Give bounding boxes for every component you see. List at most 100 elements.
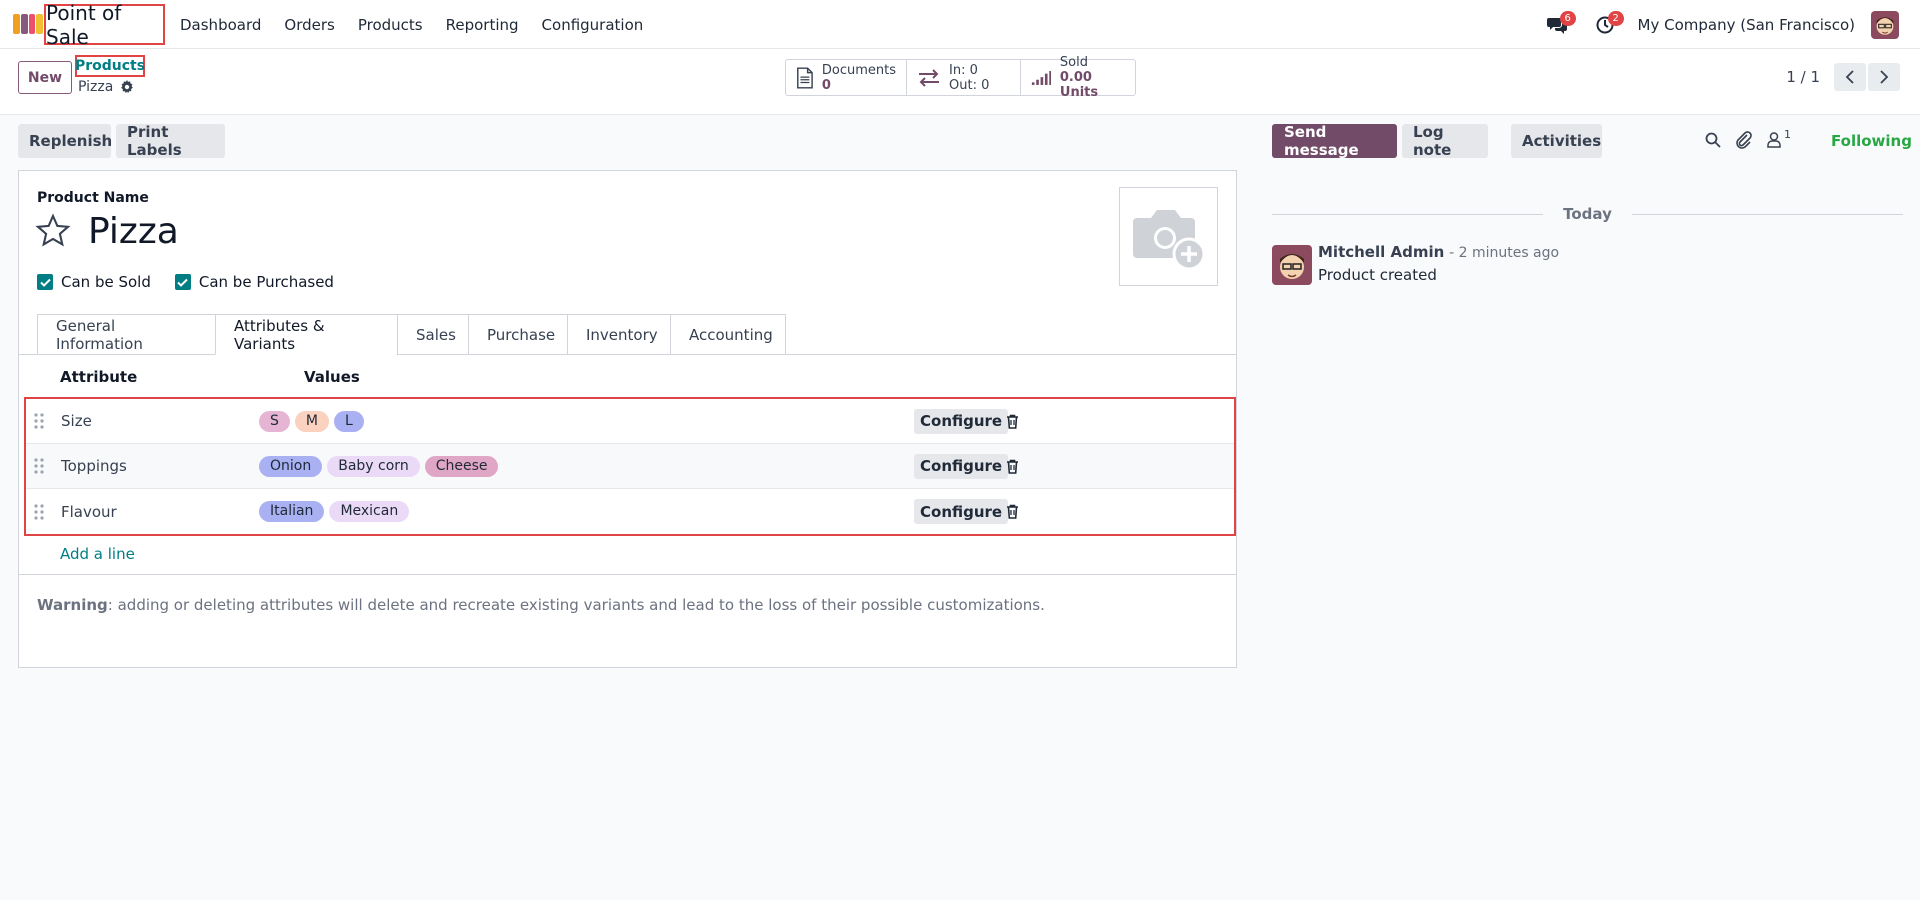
tab-general-information[interactable]: General Information bbox=[37, 314, 216, 355]
tab-sales[interactable]: Sales bbox=[397, 314, 469, 355]
trash-icon[interactable] bbox=[1006, 459, 1019, 474]
paperclip-icon[interactable] bbox=[1735, 131, 1753, 149]
table-footer-divider bbox=[19, 574, 1236, 575]
messages-button[interactable]: 6 bbox=[1542, 10, 1576, 40]
signal-chart-icon bbox=[1031, 70, 1052, 85]
avatar-icon bbox=[1871, 10, 1899, 39]
favorite-star-icon[interactable] bbox=[35, 213, 71, 253]
value-tag: L bbox=[333, 410, 364, 432]
replenish-button[interactable]: Replenish bbox=[18, 124, 112, 158]
top-navbar: Point of Sale Dashboard Orders Products … bbox=[0, 0, 1920, 49]
in-out-smart-button[interactable]: In: 0 Out: 0 bbox=[907, 60, 1021, 95]
value-tag: Onion bbox=[259, 455, 323, 477]
logo-bar bbox=[20, 14, 28, 34]
in-out-text: In: 0 Out: 0 bbox=[949, 63, 989, 93]
can-be-sold-label[interactable]: Can be Sold bbox=[61, 273, 151, 291]
attribute-values[interactable]: Onion Baby corn Cheese bbox=[259, 455, 499, 477]
chatter-toolbar: 1 bbox=[1705, 128, 1791, 149]
gear-icon[interactable] bbox=[120, 80, 134, 94]
configure-button[interactable]: Configure bbox=[914, 408, 1009, 434]
menu-item-dashboard[interactable]: Dashboard bbox=[180, 16, 261, 34]
print-labels-button[interactable]: Print Labels bbox=[116, 123, 225, 159]
checkmark-icon bbox=[177, 278, 189, 287]
message-header: Mitchell Admin - 2 minutes ago bbox=[1318, 243, 1559, 261]
tab-inventory[interactable]: Inventory bbox=[567, 314, 671, 355]
camera-add-icon bbox=[1132, 209, 1205, 270]
new-button[interactable]: New bbox=[18, 61, 72, 94]
smart-buttons: Documents 0 In: 0 Out: 0 Sold 0.00 Units bbox=[785, 55, 1136, 100]
table-row[interactable]: Toppings Onion Baby corn Cheese Configur… bbox=[26, 444, 1234, 489]
attribute-values[interactable]: Italian Mexican bbox=[259, 501, 410, 522]
logo-bar bbox=[36, 14, 43, 34]
form-tabs: General Information Attributes & Variant… bbox=[37, 314, 786, 355]
activities-button-chatter[interactable]: Activities bbox=[1511, 124, 1602, 158]
attribute-name[interactable]: Flavour bbox=[61, 503, 117, 521]
tab-attributes-variants[interactable]: Attributes & Variants bbox=[215, 314, 398, 355]
sold-smart-button[interactable]: Sold 0.00 Units bbox=[1021, 55, 1135, 100]
menu-item-configuration[interactable]: Configuration bbox=[542, 16, 644, 34]
activities-badge: 2 bbox=[1607, 10, 1624, 26]
control-panel: New Products Pizza Documents 0 In: 0 Out… bbox=[0, 49, 1920, 115]
out-line: Out: 0 bbox=[949, 78, 989, 93]
configure-button[interactable]: Configure bbox=[914, 453, 1009, 479]
table-row[interactable]: Flavour Italian Mexican Configure bbox=[26, 489, 1234, 534]
user-avatar[interactable] bbox=[1871, 10, 1899, 39]
column-header-values[interactable]: Values bbox=[304, 368, 360, 386]
value-tag: M bbox=[294, 410, 329, 432]
pager-next-button[interactable] bbox=[1868, 63, 1900, 91]
can-be-sold-checkbox[interactable] bbox=[37, 274, 53, 290]
variants-warning: Warning: adding or deleting attributes w… bbox=[37, 596, 1045, 614]
table-row[interactable]: Size S M L Configure bbox=[26, 399, 1234, 444]
drag-handle-icon[interactable] bbox=[34, 503, 44, 520]
attribute-name[interactable]: Toppings bbox=[61, 457, 127, 475]
documents-smart-button[interactable]: Documents 0 bbox=[786, 60, 907, 95]
user-icon bbox=[1767, 132, 1781, 148]
logo-bar bbox=[13, 14, 20, 34]
avatar-icon bbox=[1272, 245, 1312, 285]
in-label: In: bbox=[949, 62, 966, 78]
warning-text: : adding or deleting attributes will del… bbox=[107, 596, 1045, 614]
breadcrumb-current-label: Pizza bbox=[78, 79, 114, 95]
product-name-input[interactable]: Pizza bbox=[88, 211, 179, 252]
pager-value[interactable]: 1 / 1 bbox=[1786, 68, 1820, 86]
messages-badge: 6 bbox=[1559, 10, 1576, 26]
message-author[interactable]: Mitchell Admin bbox=[1318, 243, 1444, 261]
column-header-attribute[interactable]: Attribute bbox=[60, 368, 137, 386]
menu-item-reporting[interactable]: Reporting bbox=[446, 16, 519, 34]
company-switcher[interactable]: My Company (San Francisco) bbox=[1638, 16, 1855, 34]
value-tag: Italian bbox=[259, 501, 325, 522]
can-be-purchased-checkbox[interactable] bbox=[174, 274, 191, 290]
drag-handle-icon[interactable] bbox=[34, 413, 44, 429]
navbar-right: 6 2 My Company (San Francisco) bbox=[1542, 0, 1920, 49]
trash-icon[interactable] bbox=[1006, 504, 1019, 519]
activities-button[interactable]: 2 bbox=[1590, 10, 1624, 40]
in-value: 0 bbox=[969, 62, 978, 78]
apps-menu-icon[interactable] bbox=[13, 14, 43, 34]
attribute-name[interactable]: Size bbox=[61, 412, 92, 430]
search-icon[interactable] bbox=[1705, 132, 1721, 148]
message-time: - 2 minutes ago bbox=[1449, 245, 1560, 261]
add-a-line-link[interactable]: Add a line bbox=[60, 545, 135, 563]
tab-purchase[interactable]: Purchase bbox=[468, 314, 568, 355]
app-name[interactable]: Point of Sale bbox=[44, 1, 165, 49]
trash-icon[interactable] bbox=[1006, 414, 1019, 429]
breadcrumb-products[interactable]: Products bbox=[75, 55, 145, 77]
configure-button[interactable]: Configure bbox=[914, 499, 1009, 524]
can-be-purchased-label[interactable]: Can be Purchased bbox=[199, 273, 334, 291]
product-image-upload[interactable] bbox=[1119, 187, 1218, 286]
attribute-values[interactable]: S M L bbox=[259, 410, 364, 432]
pager-previous-button[interactable] bbox=[1834, 63, 1866, 91]
drag-handle-icon[interactable] bbox=[34, 458, 44, 474]
message-body: Product created bbox=[1318, 266, 1437, 284]
breadcrumb-current: Pizza bbox=[78, 79, 134, 95]
menu-item-products[interactable]: Products bbox=[358, 16, 423, 34]
log-note-button[interactable]: Log note bbox=[1402, 123, 1488, 159]
followers-button[interactable]: 1 bbox=[1767, 128, 1791, 148]
separator-line bbox=[1631, 213, 1904, 215]
avatar[interactable] bbox=[1272, 245, 1312, 285]
following-button[interactable]: Following bbox=[1831, 132, 1912, 150]
in-line: In: 0 bbox=[949, 63, 989, 78]
tab-accounting[interactable]: Accounting bbox=[670, 314, 786, 355]
send-message-button[interactable]: Send message bbox=[1272, 123, 1397, 159]
menu-item-orders[interactable]: Orders bbox=[284, 16, 334, 34]
